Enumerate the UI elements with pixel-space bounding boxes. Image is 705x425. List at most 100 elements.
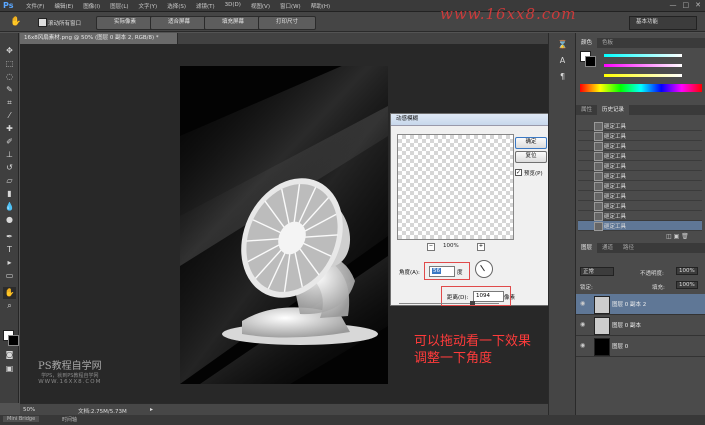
- close-button[interactable]: ✕: [695, 1, 701, 9]
- preview-checkbox[interactable]: ✓: [515, 169, 522, 176]
- tab-layers[interactable]: 图层: [576, 243, 598, 253]
- zoom-level: 100%: [443, 243, 459, 249]
- blur-tool-icon[interactable]: 💧: [3, 201, 16, 213]
- hand-tool-icon[interactable]: ✋: [5, 16, 27, 28]
- history-panel-footer-icons[interactable]: ◫ ▣ 🗑: [666, 233, 689, 240]
- tab-properties[interactable]: 属性: [576, 105, 597, 115]
- color-panel-tabs: 颜色 色板: [576, 38, 705, 48]
- menu-select[interactable]: 选择(S): [167, 2, 186, 10]
- distance-slider-thumb[interactable]: [470, 301, 475, 305]
- gradient-tool-icon[interactable]: ▮: [3, 188, 16, 200]
- scroll-all-windows-label: 滚动所有窗口: [48, 21, 82, 27]
- history-panel-icon[interactable]: ⌛: [556, 39, 569, 51]
- actual-pixels-button[interactable]: 实际像素: [96, 16, 154, 30]
- history-item[interactable]: 砸定工具: [578, 131, 702, 141]
- document-canvas[interactable]: [180, 66, 388, 384]
- zoom-tool-icon[interactable]: ⌕: [3, 300, 16, 312]
- timeline-tab[interactable]: 时间轴: [62, 416, 77, 423]
- eraser-tool-icon[interactable]: ▱: [3, 175, 16, 187]
- pen-tool-icon[interactable]: ✒: [3, 231, 16, 243]
- menu-3d[interactable]: 3D(D): [225, 2, 241, 10]
- zoom-readout[interactable]: 50%: [23, 407, 35, 413]
- lasso-tool-icon[interactable]: ◌: [3, 71, 16, 83]
- fill-screen-button[interactable]: 填充屏幕: [204, 16, 262, 30]
- layer-row-selected[interactable]: ◉ 图层 0 副本 2: [576, 294, 705, 315]
- history-item[interactable]: 砸定工具: [578, 191, 702, 201]
- minimize-button[interactable]: —: [670, 1, 677, 9]
- brush-tool-icon[interactable]: ✐: [3, 136, 16, 148]
- zoom-in-button[interactable]: +: [477, 243, 485, 251]
- dodge-tool-icon[interactable]: ●: [3, 214, 16, 226]
- properties-panel-icon[interactable]: A: [556, 55, 569, 67]
- dialog-preview[interactable]: [397, 134, 514, 240]
- scroll-all-windows-checkbox[interactable]: [38, 18, 47, 27]
- path-select-tool-icon[interactable]: ▸: [3, 257, 16, 269]
- fill-value[interactable]: 100%: [676, 281, 698, 289]
- tab-paths[interactable]: 路径: [618, 243, 639, 253]
- shape-tool-icon[interactable]: ▭: [3, 270, 16, 282]
- status-arrow-icon[interactable]: ▸: [150, 406, 153, 413]
- color-slider-b[interactable]: [604, 74, 682, 77]
- menu-image[interactable]: 图像(I): [83, 2, 100, 10]
- screen-mode-icon[interactable]: ▣: [3, 363, 16, 375]
- healing-brush-tool-icon[interactable]: ✚: [3, 123, 16, 135]
- tab-color[interactable]: 颜色: [576, 38, 598, 48]
- menu-filter[interactable]: 滤镜(T): [196, 2, 215, 10]
- move-tool-icon[interactable]: ✥: [3, 45, 16, 57]
- quick-select-tool-icon[interactable]: ✎: [3, 84, 16, 96]
- history-item[interactable]: 砸定工具: [578, 151, 702, 161]
- history-item[interactable]: 砸定工具: [578, 201, 702, 211]
- layer-row[interactable]: ◉ 图层 0: [576, 336, 705, 357]
- quick-mask-icon[interactable]: ◙: [3, 349, 16, 361]
- color-spectrum[interactable]: [580, 84, 702, 92]
- menu-window[interactable]: 窗口(W): [280, 2, 301, 10]
- history-item-current[interactable]: 砸定工具: [578, 221, 702, 231]
- eyedropper-tool-icon[interactable]: ⁄: [3, 110, 16, 122]
- site-logo-slogan: 学PS，就到PS教程自学网: [41, 373, 99, 379]
- menu-help[interactable]: 帮助(H): [311, 2, 330, 10]
- tab-channels[interactable]: 通道: [597, 243, 618, 253]
- maximize-button[interactable]: □: [683, 1, 690, 9]
- tab-history[interactable]: 历史记录: [597, 105, 630, 115]
- distance-slider-track[interactable]: [399, 303, 499, 304]
- menu-edit[interactable]: 编辑(E): [54, 2, 73, 10]
- zoom-out-button[interactable]: −: [427, 243, 435, 251]
- type-tool-icon[interactable]: T: [3, 244, 16, 256]
- blend-mode-select[interactable]: 正常: [580, 267, 614, 276]
- history-item[interactable]: 砸定工具: [578, 171, 702, 181]
- reset-button[interactable]: 复位: [515, 151, 547, 163]
- menu-view[interactable]: 视图(V): [251, 2, 270, 10]
- layer-row[interactable]: ◉ 图层 0 副本: [576, 315, 705, 336]
- ok-button[interactable]: 确定: [515, 137, 547, 149]
- color-bg-swatch[interactable]: [585, 56, 596, 67]
- menu-layer[interactable]: 图层(L): [110, 2, 128, 10]
- menu-file[interactable]: 文件(F): [26, 2, 44, 10]
- crop-tool-icon[interactable]: ⌗: [3, 97, 16, 109]
- history-brush-tool-icon[interactable]: ↺: [3, 162, 16, 174]
- opacity-value[interactable]: 100%: [676, 267, 698, 275]
- color-slider-g[interactable]: [604, 64, 682, 67]
- color-slider-r[interactable]: [604, 54, 682, 57]
- marquee-tool-icon[interactable]: ⬚: [3, 58, 16, 70]
- history-item[interactable]: 砸定工具: [578, 211, 702, 221]
- visibility-eye-icon[interactable]: ◉: [580, 321, 585, 328]
- history-item[interactable]: 砸定工具: [578, 141, 702, 151]
- print-size-button[interactable]: 打印尺寸: [258, 16, 316, 30]
- visibility-eye-icon[interactable]: ◉: [580, 300, 585, 307]
- visibility-eye-icon[interactable]: ◉: [580, 342, 585, 349]
- menu-type[interactable]: 文字(Y): [139, 2, 158, 10]
- history-item[interactable]: 砸定工具: [578, 121, 702, 131]
- history-item[interactable]: 砸定工具: [578, 161, 702, 171]
- fit-screen-button[interactable]: 适合屏幕: [150, 16, 208, 30]
- tab-swatches[interactable]: 色板: [597, 38, 618, 48]
- paragraph-panel-icon[interactable]: ¶: [556, 71, 569, 83]
- clone-stamp-tool-icon[interactable]: ⊥: [3, 149, 16, 161]
- lock-label: 锁定:: [580, 285, 593, 291]
- angle-dial[interactable]: [475, 260, 493, 278]
- background-color-swatch[interactable]: [8, 335, 19, 346]
- hand-tool-icon[interactable]: ✋: [3, 287, 16, 299]
- history-item[interactable]: 砸定工具: [578, 181, 702, 191]
- workspace-select[interactable]: 基本功能: [629, 16, 697, 30]
- document-tab[interactable]: 16x8风扇素材.png @ 50% (图层 0 副本 2, RGB/8) *: [20, 33, 178, 44]
- mini-bridge-tab[interactable]: Mini Bridge: [3, 416, 40, 422]
